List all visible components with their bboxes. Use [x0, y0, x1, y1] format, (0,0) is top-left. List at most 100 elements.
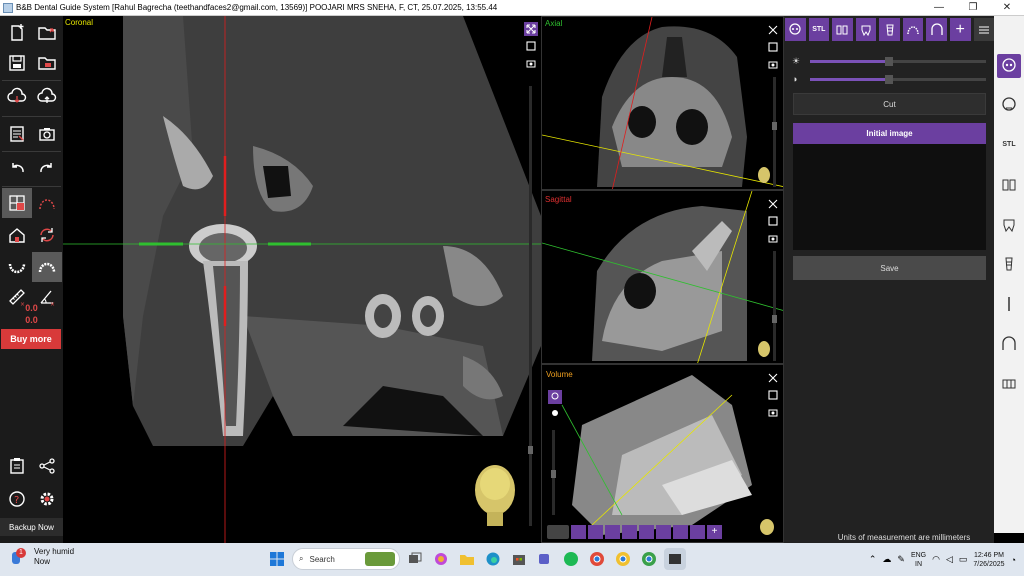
- axial-view[interactable]: Axial: [541, 16, 784, 190]
- save-disk-icon[interactable]: [2, 48, 32, 78]
- pin-icon[interactable]: [656, 525, 671, 539]
- rotate-icon[interactable]: [32, 220, 62, 250]
- teams-icon[interactable]: [534, 548, 556, 570]
- export-folder-icon[interactable]: [32, 48, 62, 78]
- redo-icon[interactable]: [32, 153, 62, 183]
- report-icon[interactable]: [2, 119, 32, 149]
- chrome-profile-icon[interactable]: [612, 548, 634, 570]
- clipboard-icon[interactable]: [2, 451, 32, 481]
- settings-gear-icon[interactable]: [32, 484, 62, 514]
- home-icon[interactable]: [2, 220, 32, 250]
- language-indicator[interactable]: ENG IN: [911, 551, 926, 569]
- volume-view[interactable]: Volume +: [541, 364, 784, 543]
- cloud-download-icon[interactable]: [2, 82, 32, 112]
- jaw-icon[interactable]: [997, 332, 1021, 356]
- bridge-icon[interactable]: [997, 372, 1021, 396]
- image-list[interactable]: [793, 144, 986, 250]
- chevron-up-icon[interactable]: ⌃: [869, 554, 877, 565]
- coronal-view[interactable]: Coronal: [63, 16, 541, 543]
- maximize-view-icon[interactable]: [766, 371, 780, 385]
- single-view-icon[interactable]: [766, 40, 780, 54]
- stl-icon[interactable]: STL: [808, 18, 830, 41]
- cloud-icon[interactable]: ☁: [882, 554, 891, 565]
- skull-icon[interactable]: [548, 390, 562, 404]
- notification-bell-icon[interactable]: ◔: [1011, 555, 1016, 565]
- tooth-icon[interactable]: [855, 18, 877, 41]
- implant-icon[interactable]: [879, 18, 900, 41]
- maximize-button[interactable]: ❐: [956, 0, 990, 16]
- maximize-view-icon[interactable]: [766, 197, 780, 211]
- save-button[interactable]: Save: [793, 256, 986, 280]
- battery-icon[interactable]: ▭: [959, 554, 968, 565]
- dental-app-taskbar-icon[interactable]: [664, 548, 686, 570]
- single-view-icon[interactable]: [766, 388, 780, 402]
- buy-more-button[interactable]: Buy more: [1, 329, 61, 349]
- taskbar-search[interactable]: ⌕ Search: [292, 548, 400, 570]
- screenshot-camera-icon[interactable]: [766, 231, 780, 245]
- windows-start-icon[interactable]: [266, 548, 288, 570]
- upper-jaw-icon[interactable]: [32, 252, 62, 282]
- new-file-icon[interactable]: [2, 18, 32, 48]
- volume-scrollbar[interactable]: [551, 430, 556, 515]
- close-button[interactable]: ✕: [990, 0, 1024, 16]
- edge-icon[interactable]: [482, 548, 504, 570]
- jaw-icon[interactable]: [926, 18, 947, 41]
- teeth-pair-icon[interactable]: [997, 173, 1021, 197]
- weather-widget[interactable]: 1 Very humid Now: [10, 547, 74, 567]
- store-icon[interactable]: [508, 548, 530, 570]
- backup-now-button[interactable]: Backup Now: [0, 518, 63, 536]
- implant-icon[interactable]: [997, 252, 1021, 276]
- chrome-alt-icon[interactable]: [638, 548, 660, 570]
- skull-icon[interactable]: [571, 525, 586, 539]
- teeth-pair-icon[interactable]: [605, 525, 620, 539]
- help-icon[interactable]: ?: [2, 484, 32, 514]
- jaw-icon[interactable]: [673, 525, 688, 539]
- list-header[interactable]: Initial image: [793, 123, 986, 144]
- coronal-scrollbar[interactable]: [528, 86, 533, 526]
- layout-grid-icon[interactable]: [2, 188, 32, 218]
- cut-button[interactable]: Cut: [793, 93, 986, 115]
- arch-icon[interactable]: [902, 18, 924, 41]
- wifi-icon[interactable]: ◠: [932, 554, 940, 565]
- task-view-icon[interactable]: [404, 548, 426, 570]
- screenshot-camera-icon[interactable]: [766, 405, 780, 419]
- face-scan-icon[interactable]: [997, 93, 1021, 117]
- contrast-slider[interactable]: ◑: [792, 73, 988, 85]
- tooth-icon[interactable]: [997, 213, 1021, 237]
- maximize-view-icon[interactable]: [766, 23, 780, 37]
- single-view-icon[interactable]: [766, 214, 780, 228]
- brightness-slider[interactable]: ☀: [792, 55, 988, 67]
- axial-scrollbar[interactable]: [772, 77, 777, 187]
- bridge-icon[interactable]: [690, 525, 705, 539]
- undo-icon[interactable]: [2, 153, 32, 183]
- single-view-icon[interactable]: [524, 39, 538, 53]
- add-icon[interactable]: +: [707, 525, 722, 539]
- teeth-pair-icon[interactable]: [832, 18, 853, 41]
- copilot-icon[interactable]: [430, 548, 452, 570]
- screenshot-camera-icon[interactable]: [524, 56, 538, 70]
- tooth-icon[interactable]: [622, 525, 637, 539]
- skull-solid-icon[interactable]: [548, 407, 562, 421]
- arch-curve-icon[interactable]: [32, 188, 62, 218]
- pin-icon[interactable]: [997, 292, 1021, 316]
- skull-icon[interactable]: [997, 54, 1021, 78]
- file-explorer-icon[interactable]: [456, 548, 478, 570]
- volume-mode-dropdown[interactable]: [547, 525, 569, 539]
- minimize-button[interactable]: —: [922, 0, 956, 16]
- clock[interactable]: 12:46 PM 7/26/2025: [973, 551, 1004, 569]
- stl-icon[interactable]: STL: [997, 132, 1021, 156]
- implant-icon[interactable]: [639, 525, 654, 539]
- chrome-icon[interactable]: [586, 548, 608, 570]
- maximize-view-icon[interactable]: [524, 22, 538, 36]
- lower-jaw-icon[interactable]: [2, 252, 32, 282]
- stl-icon[interactable]: [588, 525, 603, 539]
- open-folder-icon[interactable]: [32, 18, 62, 48]
- spotify-icon[interactable]: [560, 548, 582, 570]
- sagittal-scrollbar[interactable]: [772, 251, 777, 361]
- screenshot-camera-icon[interactable]: [766, 57, 780, 71]
- share-icon[interactable]: [32, 451, 62, 481]
- volume-icon[interactable]: ◁: [946, 554, 953, 565]
- add-icon[interactable]: +: [949, 18, 971, 41]
- camera-icon[interactable]: [32, 119, 62, 149]
- cloud-upload-icon[interactable]: [32, 82, 62, 112]
